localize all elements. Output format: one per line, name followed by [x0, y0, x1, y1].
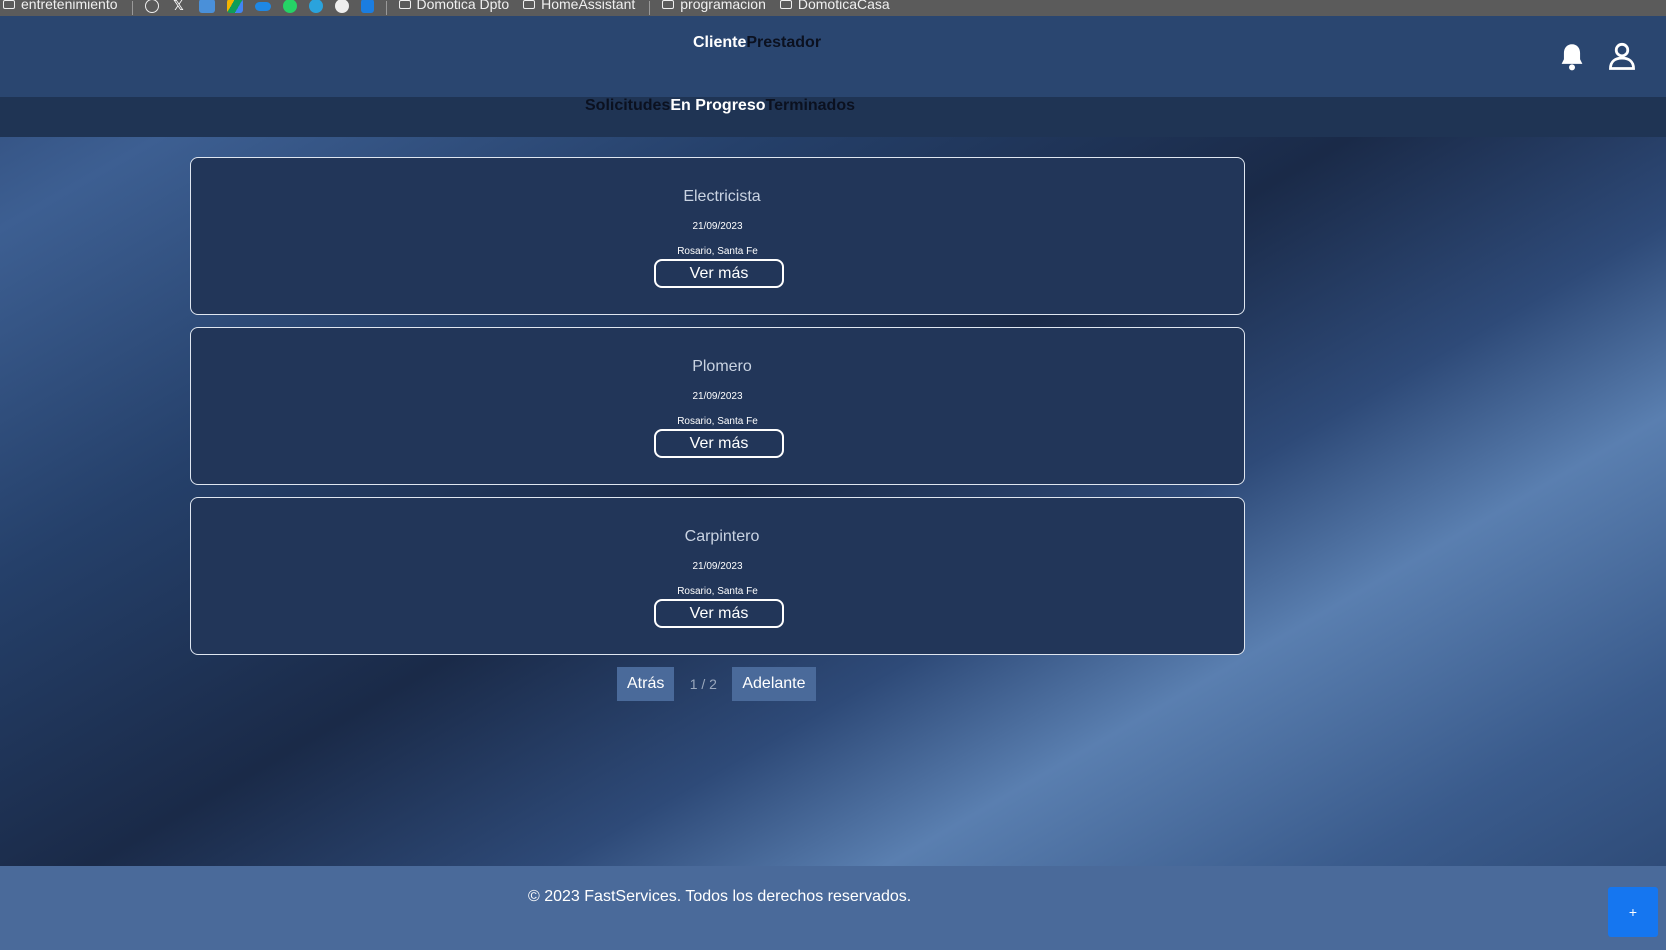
whatsapp-icon[interactable] [282, 0, 297, 13]
footer: © 2023 FastServices. Todos los derechos … [0, 866, 1666, 950]
tab-en-progreso[interactable]: En Progreso [670, 97, 765, 115]
bookmark-separator [131, 1, 133, 15]
folder-icon [662, 0, 675, 9]
service-card: Carpintero 21/09/2023 Rosario, Santa Fe … [190, 497, 1245, 655]
office-icon[interactable] [198, 0, 215, 13]
card-title: Plomero [692, 358, 752, 375]
bookmark-folder-programacion[interactable]: programacion [662, 0, 766, 12]
bookmark-separator [385, 1, 387, 15]
bookmark-label: DomoticaCasa [797, 0, 890, 12]
card-date: 21/09/2023 [692, 561, 743, 572]
folder-icon [523, 0, 536, 9]
github-icon[interactable] [334, 0, 349, 13]
status-tabs: Solicitudes En Progreso Terminados [585, 97, 855, 115]
role-prestador-link[interactable]: Prestador [746, 34, 821, 52]
card-location: Rosario, Santa Fe [677, 416, 758, 427]
folder-icon [398, 0, 411, 9]
tab-solicitudes[interactable]: Solicitudes [585, 97, 670, 115]
bookmark-label: HomeAssistant [541, 0, 636, 12]
ver-mas-button[interactable]: Ver más [654, 429, 784, 458]
bookmark-folder-domoticacasa[interactable]: DomoticaCasa [779, 0, 890, 12]
service-card: Electricista 21/09/2023 Rosario, Santa F… [190, 157, 1245, 315]
x-icon[interactable]: 𝕏 [171, 0, 187, 13]
service-card: Plomero 21/09/2023 Rosario, Santa Fe Ver… [190, 327, 1245, 485]
bookmark-label: Domotica Dpto [416, 0, 510, 12]
card-date: 21/09/2023 [692, 221, 743, 232]
ver-mas-button[interactable]: Ver más [654, 599, 784, 628]
role-cliente-link[interactable]: Cliente [693, 34, 746, 52]
drive-icon[interactable] [226, 0, 243, 13]
bookmark-folder-domotica-dpto[interactable]: Domotica Dpto [398, 0, 510, 12]
prev-page-button[interactable]: Atrás [617, 667, 675, 701]
next-page-button[interactable]: Adelante [732, 667, 816, 701]
card-date: 21/09/2023 [692, 391, 743, 402]
card-location: Rosario, Santa Fe [677, 246, 758, 257]
telegram-icon[interactable] [308, 0, 323, 13]
status-tabs-bar: Solicitudes En Progreso Terminados [0, 97, 1666, 137]
footer-copyright: © 2023 FastServices. Todos los derechos … [528, 888, 912, 905]
card-location: Rosario, Santa Fe [677, 586, 758, 597]
folder-icon [779, 0, 792, 9]
bookmark-separator [649, 1, 651, 15]
card-title: Carpintero [684, 528, 760, 545]
bell-icon[interactable] [1558, 42, 1586, 72]
pagination: Atrás 1 / 2 Adelante [617, 667, 816, 701]
wordpress-icon[interactable] [144, 0, 159, 13]
role-switch: Cliente Prestador [693, 34, 821, 52]
trello-icon[interactable] [360, 0, 374, 13]
bookmark-label: programacion [680, 0, 766, 12]
bookmarks-bar: entretenimiento 𝕏 Domotica Dpto HomeAssi… [0, 0, 1666, 16]
add-button[interactable]: + [1608, 887, 1658, 937]
bookmark-label: entretenimiento [21, 0, 118, 12]
app-header: Cliente Prestador [0, 16, 1666, 97]
tab-terminados[interactable]: Terminados [766, 97, 856, 115]
ver-mas-button[interactable]: Ver más [654, 259, 784, 288]
user-icon[interactable] [1608, 42, 1636, 72]
folder-icon [3, 0, 15, 9]
page-counter: 1 / 2 [689, 676, 717, 692]
bookmark-folder-homeassistant[interactable]: HomeAssistant [523, 0, 635, 12]
bookmark-folder-entretenimiento[interactable]: entretenimiento [3, 0, 118, 12]
card-title: Electricista [683, 188, 761, 205]
onedrive-icon[interactable] [254, 1, 271, 11]
